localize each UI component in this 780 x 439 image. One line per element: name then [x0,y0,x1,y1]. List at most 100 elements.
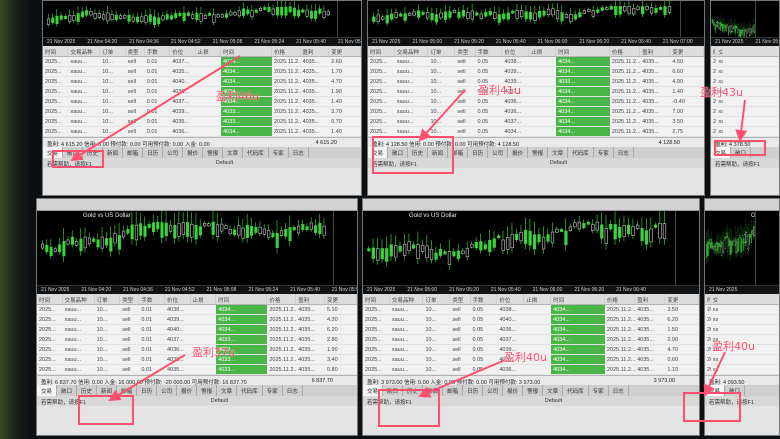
table-row[interactable]: 2025... xauu... 10... sell 0.05 4036... 4034..… [363,365,699,375]
toolbox-tab[interactable]: 邮箱 [123,147,144,158]
table-row[interactable]: 2025... xauu... 10... sell 0.01 4035... 4033..… [37,365,357,375]
table-row[interactable]: 2025... xauu... 10... sell 0.01 4037... 4034..… [43,57,361,67]
toolbox-tab[interactable]: 新闻 [103,147,124,158]
table-row[interactable]: 2025... xauu... 10... sell 0.05 4038... 4034..… [368,57,704,67]
toolbox-tab[interactable]: 敞口 [57,385,78,396]
table-row[interactable]: 2025... xauu... 10... sell 0.05 4039... 4033..… [368,77,704,87]
table-row[interactable]: 2025... xauu... 10... sell 0.05 4037... 4034..… [363,335,699,345]
toolbox-tab[interactable]: 报价 [177,385,198,396]
table-row[interactable]: 2025... xauu... 10... sell 0.05 4037... 4034..… [368,117,704,127]
toolbox-tab[interactable]: 邮箱 [443,385,464,396]
column-header[interactable]: 价格 [610,46,641,56]
column-header[interactable]: 止损 [524,294,552,304]
table-row[interactable]: 2025...xauu... [711,57,779,67]
table-row[interactable]: 2025...xauu... [705,315,779,325]
column-header[interactable]: 止损 [529,46,557,56]
price-chart[interactable] [43,1,361,37]
column-header[interactable]: 交易 [716,46,724,56]
toolbox-tab[interactable]: 报价 [503,385,524,396]
toolbox-tab[interactable]: 公司 [157,385,178,396]
column-header[interactable]: 订单 [95,294,121,304]
column-header[interactable]: 时间 [216,294,268,304]
column-header[interactable]: 价格 [605,294,636,304]
toolbox-tab[interactable]: 日历 [143,147,164,158]
column-header[interactable]: 价位 [502,46,530,56]
toolbox-tab[interactable]: 报价 [508,147,529,158]
column-header[interactable]: 类型 [120,294,140,304]
toolbox-tab[interactable]: 日志 [609,385,629,396]
column-header[interactable]: 时间 [221,46,272,56]
table-row[interactable]: 2025... xauu... 10... sell 0.01 4036... 4034..… [43,127,361,137]
table-row[interactable]: 2025... xauu... 10... sell 0.01 4035... 4033..… [43,117,361,127]
toolbox-tab[interactable]: 代码库 [563,385,589,396]
column-header[interactable]: 手数 [145,46,171,56]
table-row[interactable]: 2025...xauu... [705,365,779,375]
column-header[interactable]: 盈利 [296,294,325,304]
table-row[interactable]: 2025... xauu... 10... sell 0.05 4038... 4034..… [363,305,699,315]
table-row[interactable]: 2025... xauu... 10... sell 0.05 4040... 4034..… [363,315,699,325]
table-row[interactable]: 2025...xauu... [711,117,779,127]
price-chart[interactable]: Gold vs US Dollar [37,211,357,285]
price-chart[interactable]: Gold vs [705,211,779,285]
column-header[interactable]: 盈利 [635,294,666,304]
toolbox-tab[interactable]: 报价 [183,147,204,158]
toolbox-tab[interactable]: 公司 [163,147,184,158]
toolbox-tab[interactable]: 警报 [523,385,544,396]
column-header[interactable]: 订单 [428,46,456,56]
column-header[interactable]: 交易品种 [63,294,95,304]
column-header[interactable]: 变更 [665,294,699,304]
column-header[interactable]: 交易品种 [68,46,101,56]
table-row[interactable]: 2025... xauu... 10... sell 0.05 4037... 4034..… [368,87,704,97]
column-header[interactable]: 盈利 [301,46,330,56]
column-header[interactable]: 订单 [423,294,451,304]
column-header[interactable]: 变更 [329,46,361,56]
toolbox-tab[interactable]: 代码库 [237,385,263,396]
column-header[interactable]: 类型 [450,294,471,304]
table-row[interactable]: 2025... xauu... 10... sell 0.01 4040... 4034..… [37,325,357,335]
column-header[interactable]: 价格 [272,46,301,56]
table-row[interactable]: 2025... xauu... 10... sell 0.05 4036... 4034..… [368,107,704,117]
toolbox-tab[interactable]: 日历 [463,385,484,396]
table-row[interactable]: 2025... xauu... 10... sell 0.01 4039... 4034..… [37,315,357,325]
column-header[interactable]: 时间 [551,294,605,304]
column-header[interactable]: 时间 [556,46,610,56]
toolbox-tab[interactable]: 警报 [203,147,224,158]
price-chart[interactable]: Gold vs US Dollar [363,211,699,285]
table-row[interactable]: 2025...xauu... [705,305,779,315]
toolbox-tab[interactable]: 交易 [37,385,58,396]
toolbox-tab[interactable]: 公司 [488,147,509,158]
column-header[interactable]: 类型 [126,46,145,56]
price-chart[interactable] [368,1,704,37]
column-header[interactable]: 手数 [139,294,165,304]
column-header[interactable]: 手数 [476,46,503,56]
column-header[interactable]: 止损 [191,294,217,304]
table-row[interactable]: 2025...xauu... [711,107,779,117]
column-header[interactable]: 时间 [37,294,63,304]
table-row[interactable]: 2025...xauu... [711,127,779,137]
table-row[interactable]: 2025... xauu... 10... sell 0.05 4036... 4034..… [368,97,704,107]
toolbox-tab[interactable]: 文章 [543,385,564,396]
column-header[interactable]: 时间 [368,46,395,56]
table-row[interactable]: 2025...xauu... [705,325,779,335]
column-header[interactable]: 变更 [325,294,357,304]
toolbox-tab[interactable]: 文章 [217,385,238,396]
column-header[interactable]: 止损 [196,46,222,56]
toolbox-tab[interactable]: 日历 [137,385,158,396]
table-row[interactable]: 2025... xauu... 10... sell 0.01 4039... 4033..… [43,107,361,117]
toolbox-tab[interactable]: 专家 [589,385,609,396]
column-header[interactable]: 交易品种 [390,294,424,304]
toolbox-tab[interactable]: 专家 [269,147,289,158]
toolbox-tab[interactable]: 公司 [483,385,504,396]
table-row[interactable]: 2025...xauu... [711,67,779,77]
column-header[interactable]: 盈利 [640,46,671,56]
column-header[interactable]: 交易品种 [395,46,429,56]
toolbox-tab[interactable]: 警报 [197,385,218,396]
column-header[interactable]: 价位 [170,46,196,56]
toolbox-tab[interactable]: 日志 [614,147,634,158]
column-header[interactable]: 手数 [471,294,498,304]
table-row[interactable]: 2025... xauu... 10... sell 0.01 4038... 4034..… [37,305,357,315]
column-header[interactable]: 变更 [670,46,704,56]
table-row[interactable]: 2025... xauu... 10... sell 0.01 4037... 4034..… [43,97,361,107]
table-row[interactable]: 2025... xauu... 10... sell 0.05 4039... 4034..… [368,67,704,77]
toolbox-tab[interactable]: 警报 [528,147,549,158]
